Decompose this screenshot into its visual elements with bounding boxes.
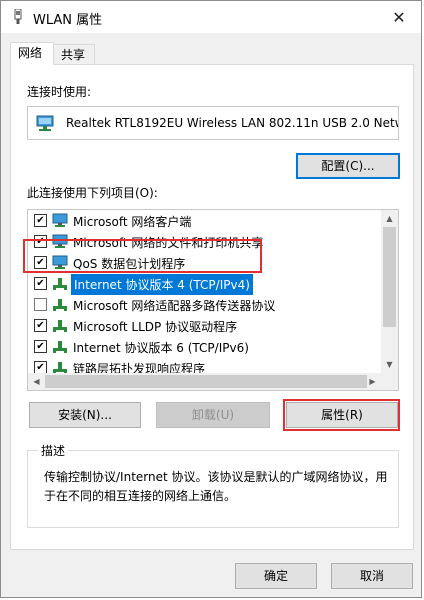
item-checkbox[interactable] — [34, 298, 47, 311]
adapter-field: Realtek RTL8192EU Wireless LAN 802.11n U… — [27, 106, 399, 140]
uninstall-button[interactable]: 卸载(U) — [156, 402, 270, 428]
description-text: 传输控制协议/Internet 协议。该协议是默认的广域网络协议，用于在不同的相… — [44, 470, 388, 503]
highlight-box-ipv4 — [23, 239, 262, 273]
vertical-scroll-thumb[interactable] — [383, 227, 396, 327]
protocol-icon — [53, 299, 67, 311]
item-label: Internet 协议版本 4 (TCP/IPv4) — [71, 274, 253, 295]
item-label: Internet 协议版本 6 (TCP/IPv6) — [73, 341, 249, 355]
tab-sharing-label: 共享 — [61, 48, 86, 62]
title-bar[interactable]: WLAN 属性 ✕ — [1, 1, 421, 33]
wlan-properties-dialog: WLAN 属性 ✕ 网络 共享 连接时使用: Realtek RTL8192EU… — [0, 0, 422, 598]
horizontal-scrollbar[interactable]: ◀ ▶ — [28, 373, 381, 390]
vertical-scrollbar[interactable]: ▲ ▼ — [381, 210, 398, 373]
network-tab-panel: 连接时使用: Realtek RTL8192EU Wireless LAN 80… — [10, 64, 414, 550]
protocol-icon — [53, 341, 67, 353]
cancel-button[interactable]: 取消 — [331, 563, 413, 589]
network-client-icon — [52, 213, 68, 227]
install-button[interactable]: 安装(N)... — [29, 402, 141, 428]
item-label: Microsoft LLDP 协议驱动程序 — [73, 320, 238, 334]
scroll-down-icon[interactable]: ▼ — [381, 356, 398, 373]
protocol-icon — [53, 278, 67, 290]
item-checkbox[interactable]: ✔ — [34, 277, 47, 290]
description-title: 描述 — [38, 442, 69, 459]
tab-network-label: 网络 — [18, 46, 43, 60]
protocol-icon — [53, 320, 67, 332]
scroll-left-icon[interactable]: ◀ — [28, 373, 45, 390]
network-adapter-icon — [36, 115, 54, 131]
list-item[interactable]: ✔ Internet 协议版本 6 (TCP/IPv6) — [28, 336, 381, 357]
ok-button[interactable]: 确定 — [235, 563, 317, 589]
scroll-right-icon[interactable]: ▶ — [364, 373, 381, 390]
horizontal-scroll-thumb[interactable] — [45, 375, 367, 388]
description-group: 描述 传输控制协议/Internet 协议。该协议是默认的广域网络协议，用于在不… — [27, 442, 399, 528]
close-button[interactable]: ✕ — [377, 1, 421, 33]
item-checkbox[interactable]: ✔ — [34, 340, 47, 353]
item-label: Microsoft 网络适配器多路传送器协议 — [73, 299, 276, 313]
item-checkbox[interactable]: ✔ — [34, 214, 47, 227]
list-item[interactable]: ✔ Microsoft LLDP 协议驱动程序 — [28, 315, 381, 336]
connect-using-label: 连接时使用: — [27, 85, 92, 99]
item-label: Microsoft 网络客户端 — [73, 215, 192, 229]
configure-button[interactable]: 配置(C)... — [296, 153, 400, 179]
scroll-up-icon[interactable]: ▲ — [381, 210, 398, 227]
tab-sharing[interactable]: 共享 — [53, 44, 95, 65]
items-label: 此连接使用下列项目(O): — [27, 186, 158, 200]
wifi-adapter-icon — [14, 9, 22, 24]
list-item[interactable]: ✔ Microsoft 网络客户端 — [28, 210, 381, 231]
list-item-selected[interactable]: ✔ Internet 协议版本 4 (TCP/IPv4) — [28, 273, 381, 295]
components-list[interactable]: ✔ Microsoft 网络客户端 ✔ Microsoft 网络的文件和打印机共… — [27, 209, 399, 391]
adapter-name: Realtek RTL8192EU Wireless LAN 802.11n U… — [66, 116, 398, 130]
highlight-box-properties — [283, 399, 400, 431]
close-icon: ✕ — [392, 7, 406, 27]
list-item[interactable]: Microsoft 网络适配器多路传送器协议 — [28, 294, 381, 315]
tab-network[interactable]: 网络 — [10, 42, 54, 65]
window-title: WLAN 属性 — [33, 13, 103, 28]
item-checkbox[interactable]: ✔ — [34, 319, 47, 332]
scrollbar-corner — [381, 373, 398, 390]
